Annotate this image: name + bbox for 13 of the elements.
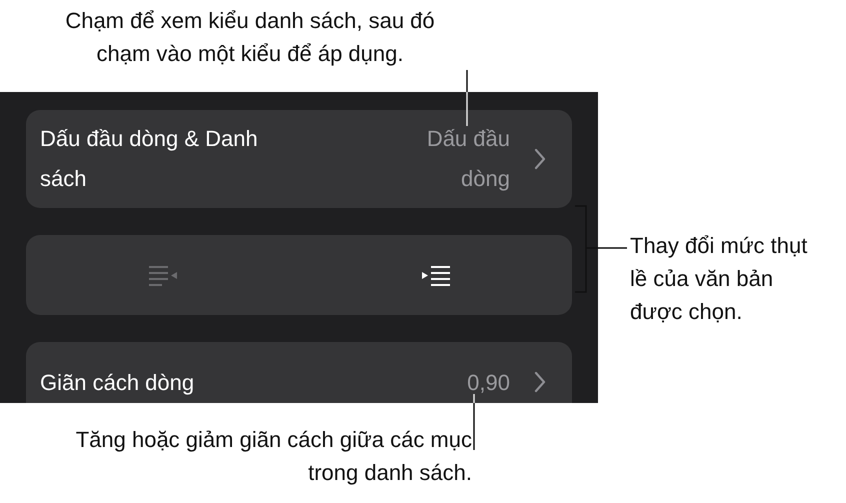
row-value: Dấu đầu dòng — [426, 125, 510, 193]
line-spacing-row[interactable]: Giãn cách dòng 0,90 — [26, 342, 572, 403]
chevron-icon — [534, 148, 546, 170]
row-value: 0,90 — [467, 368, 510, 396]
callout-text: Thay đổi mức thụt lề của văn bản được chọn. — [630, 232, 808, 326]
chevron-icon — [534, 371, 546, 393]
callout-text: Chạm để xem kiểu danh sách, sau đó chạm vào một kiểu để áp dụng. — [64, 7, 436, 68]
bullets-lists-row[interactable]: Dấu đầu dòng & Danh sách Dấu đầu dòng — [26, 110, 572, 208]
leader-line — [473, 394, 475, 450]
row-label: Giãn cách dòng — [40, 368, 194, 397]
leader-line — [466, 70, 468, 126]
row-label: Dấu đầu dòng & Danh sách — [40, 125, 259, 193]
callout-text: Tăng hoặc giảm giãn cách giữa các mục trong danh sách. — [74, 426, 472, 487]
